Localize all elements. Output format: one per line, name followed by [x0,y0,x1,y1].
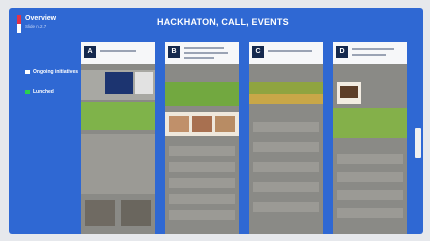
column-badge: B [168,46,180,58]
thumbnail-text [135,72,153,94]
column-header: C [249,42,323,64]
column-badge: C [252,46,264,58]
presentation-slide: Overview Slide n.2.7 HACKHATON, CALL, EV… [9,8,423,234]
thumbnail-image [192,116,212,132]
content-row [253,182,319,192]
screenshot-column-b: B [165,42,239,234]
content-row [337,172,403,182]
header-text-line [352,48,394,50]
content-row [253,142,319,152]
column-badge: A [84,46,96,58]
highlighted-image [165,82,239,106]
page-section [81,134,155,194]
thumbnail-image [85,200,115,226]
content-row [253,122,319,132]
thumbnail-image [121,200,151,226]
thumbnail-image [340,86,358,98]
next-slide-arrow-icon[interactable] [415,128,421,158]
thumbnail-image [169,116,189,132]
header-text-line [268,50,312,52]
green-square-icon [25,90,30,94]
legend-label: Ongoing initiatives [33,69,79,75]
content-row [253,162,319,172]
highlighted-image [81,102,155,130]
content-row [169,162,235,172]
overview-title: Overview [25,15,57,22]
flag-red-stripe [17,15,21,24]
content-row [337,208,403,218]
column-header: D [333,42,407,64]
content-row [337,190,403,200]
header-text-line [352,54,386,56]
header-text-line [100,50,136,52]
screenshot-column-d: D [333,42,407,234]
highlighted-image [249,94,323,104]
legend-item-ongoing: Ongoing initiatives [25,69,81,75]
column-badge: D [336,46,348,58]
content-row [169,194,235,204]
content-row [169,146,235,156]
thumbnail-image [105,72,133,94]
legend-label: Lunched [33,89,54,95]
column-header: A [81,42,155,64]
flag-icon [17,15,21,33]
content-row [169,178,235,188]
white-square-icon [25,70,30,74]
flag-white-stripe [17,24,21,33]
legend: Ongoing initiatives Lunched [25,69,81,109]
header-text-line [184,57,214,59]
content-row [169,210,235,220]
highlighted-image [333,108,407,138]
header-text-line [184,47,224,49]
legend-item-launched: Lunched [25,89,81,95]
content-row [337,154,403,164]
thumbnail-image [215,116,235,132]
overview-subtitle: Slide n.2.7 [25,24,47,29]
column-header: B [165,42,239,64]
screenshot-column-a: A [81,42,155,234]
slide-title: HACKHATON, CALL, EVENTS [157,17,289,27]
content-row [253,202,319,212]
header-text-line [184,52,228,54]
screenshot-column-c: C [249,42,323,234]
